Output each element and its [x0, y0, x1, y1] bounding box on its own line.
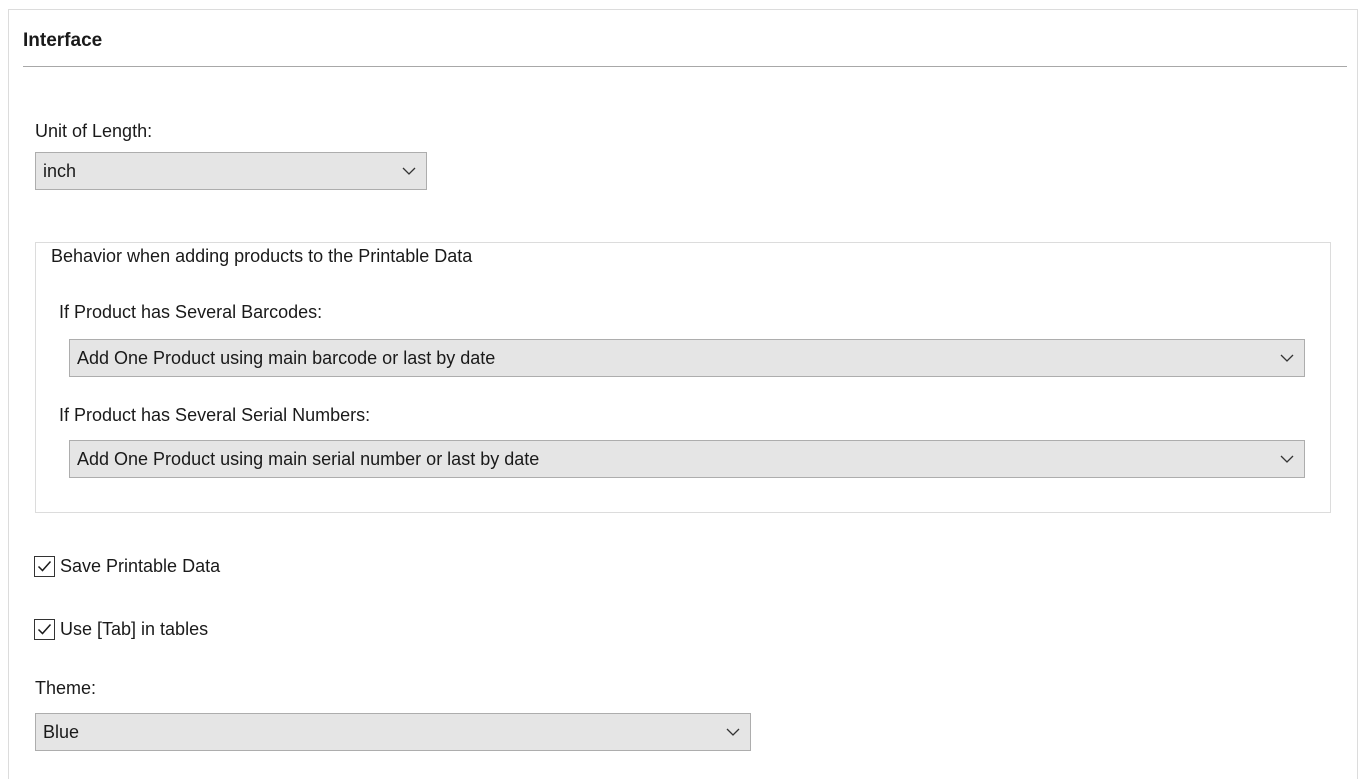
behavior-group-legend: Behavior when adding products to the Pri… — [47, 246, 477, 267]
save-printable-data-checkbox[interactable] — [34, 555, 55, 577]
barcodes-label: If Product has Several Barcodes: — [59, 302, 323, 322]
save-printable-data-label: Save Printable Data — [60, 555, 221, 576]
serials-dropdown[interactable]: Add One Product using main serial number… — [69, 440, 1305, 478]
chevron-down-icon — [726, 728, 740, 736]
use-tab-checkbox[interactable] — [34, 618, 55, 640]
barcodes-dropdown[interactable]: Add One Product using main barcode or la… — [69, 339, 1305, 377]
theme-value: Blue — [43, 722, 80, 742]
unit-of-length-value: inch — [43, 161, 77, 181]
use-tab-option[interactable]: Use [Tab] in tables — [34, 617, 208, 641]
interface-panel: Interface Unit of Length: inch Behavior … — [8, 9, 1358, 779]
serials-value: Add One Product using main serial number… — [77, 449, 540, 469]
chevron-down-icon — [402, 167, 416, 175]
section-title: Interface — [23, 30, 103, 51]
serials-label: If Product has Several Serial Numbers: — [59, 405, 371, 425]
checkmark-icon — [37, 560, 52, 572]
chevron-down-icon — [1280, 455, 1294, 463]
unit-of-length-label: Unit of Length: — [35, 121, 153, 141]
checkmark-icon — [37, 623, 52, 635]
theme-label: Theme: — [35, 678, 97, 698]
unit-of-length-dropdown[interactable]: inch — [35, 152, 427, 190]
theme-dropdown[interactable]: Blue — [35, 713, 751, 751]
save-printable-data-option[interactable]: Save Printable Data — [34, 554, 220, 578]
use-tab-label: Use [Tab] in tables — [60, 618, 209, 639]
barcodes-value: Add One Product using main barcode or la… — [77, 348, 496, 368]
chevron-down-icon — [1280, 354, 1294, 362]
section-divider — [23, 66, 1347, 67]
